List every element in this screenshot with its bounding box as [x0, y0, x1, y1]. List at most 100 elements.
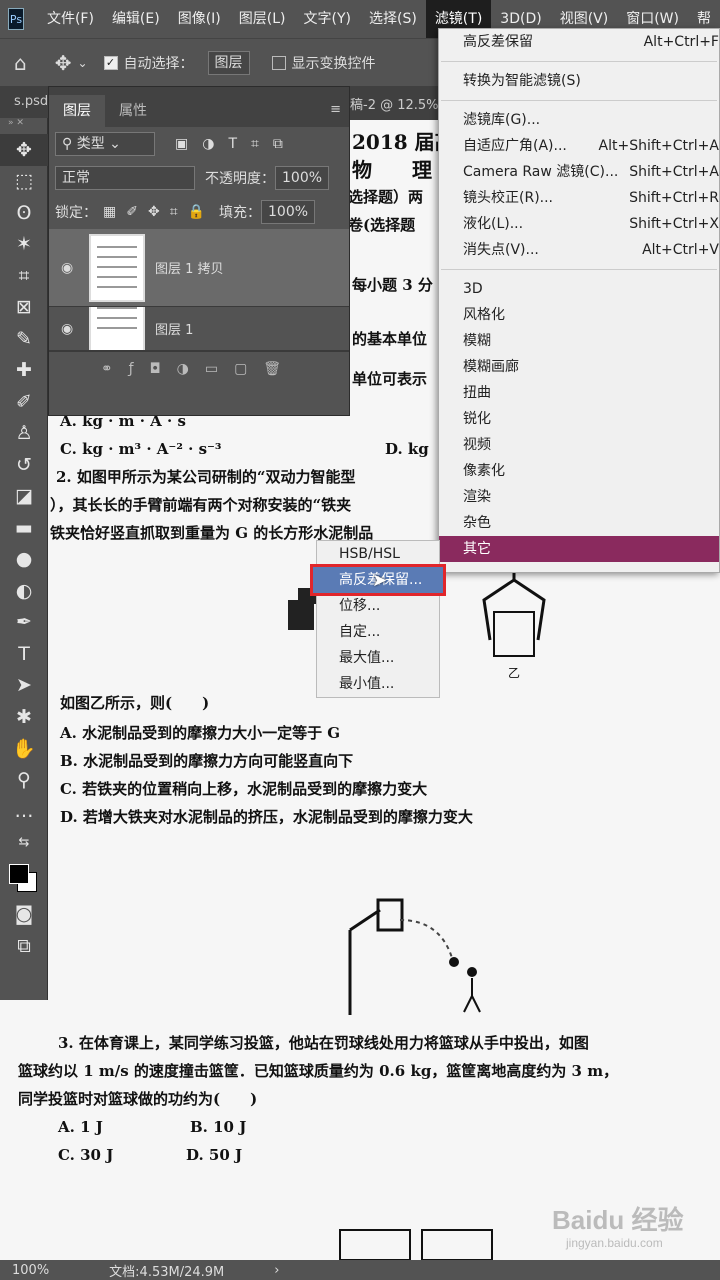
show-transform-checkbox[interactable]: 显示变换控件: [271, 53, 376, 73]
mouse-cursor-icon: ➤: [372, 570, 388, 591]
tab-properties[interactable]: 属性: [105, 95, 161, 127]
auto-select-label: 自动选择：: [123, 55, 194, 72]
doc-option-c: C. 若铁夹的位置稍向上移，水泥制品受到的摩擦力变大: [60, 780, 428, 798]
show-transform-label: 显示变换控件: [291, 55, 376, 72]
dodge-tool-icon[interactable]: ◐: [0, 575, 48, 607]
zoom-level[interactable]: 100%: [12, 1263, 49, 1278]
color-swatches[interactable]: [0, 859, 48, 899]
watermark-brand: Baidu 经验: [552, 1205, 684, 1235]
menu-item-render[interactable]: 渲染: [439, 484, 719, 510]
hand-tool-icon[interactable]: ✋: [0, 733, 48, 765]
brush-tool-icon[interactable]: ✐: [0, 386, 48, 418]
frame-tool-icon[interactable]: ⊠: [0, 292, 48, 324]
menu-item-liquify[interactable]: 液化(L)... Shift+Ctrl+X: [439, 211, 719, 237]
layer-name[interactable]: 图层 1: [155, 319, 193, 338]
eye-icon[interactable]: ◉: [61, 260, 73, 276]
menu-item-camera-raw[interactable]: Camera Raw 滤镜(C)... Shift+Ctrl+A: [439, 159, 719, 185]
document-tab-title[interactable]: 稿-2 @ 12.5%: [350, 94, 439, 113]
watermark-url: jingyan.baidu.com: [566, 1236, 663, 1250]
quick-mask-icon[interactable]: ◙: [0, 899, 48, 931]
gradient-tool-icon[interactable]: ▬: [0, 512, 48, 544]
tab-layers[interactable]: 图层: [49, 95, 105, 127]
history-brush-tool-icon[interactable]: ↺: [0, 449, 48, 481]
doc-text: 每小题 3 分: [352, 276, 433, 294]
filter-kind-value: 类型: [76, 136, 105, 152]
menu-item-adaptive-wide-angle[interactable]: 自适应广角(A)... Alt+Shift+Ctrl+A: [439, 133, 719, 159]
menu-item-pixelate[interactable]: 像素化: [439, 458, 719, 484]
eye-icon[interactable]: ◉: [61, 321, 73, 337]
menu-item-blur-gallery[interactable]: 模糊画廊: [439, 354, 719, 380]
marquee-tool-icon[interactable]: ⬚: [0, 166, 48, 198]
doc-option-d: D. 若增大铁夹对水泥制品的挤压，水泥制品受到的摩擦力变大: [60, 808, 473, 826]
menu-image[interactable]: 图像(I): [169, 0, 230, 38]
blend-mode-value: 正常: [62, 170, 90, 186]
home-icon[interactable]: ⌂: [14, 51, 27, 75]
healing-brush-tool-icon[interactable]: ✚: [0, 355, 48, 387]
panel-menu-icon[interactable]: ≡: [322, 102, 349, 127]
menu-item-video[interactable]: 视频: [439, 432, 719, 458]
chevron-right-icon[interactable]: ›: [274, 1263, 279, 1278]
collapse-icon[interactable]: » ✕: [0, 118, 47, 134]
eraser-tool-icon[interactable]: ◪: [0, 481, 48, 513]
layer-name[interactable]: 图层 1 拷贝: [155, 258, 224, 277]
submenu-item-minimum[interactable]: 最小值...: [317, 671, 439, 697]
layer-row[interactable]: ◉ 图层 1: [49, 307, 349, 351]
submenu-item-hsb-hsl[interactable]: HSB/HSL: [317, 541, 439, 567]
menu-item-stylize[interactable]: 风格化: [439, 302, 719, 328]
blend-mode-dropdown[interactable]: 正常: [55, 166, 195, 190]
swap-colors-icon[interactable]: ⇆: [0, 827, 48, 859]
chevron-down-icon[interactable]: ⌄: [77, 56, 87, 70]
layer-thumbnail: [89, 307, 145, 350]
move-tool-icon[interactable]: ✥: [55, 51, 72, 75]
doc-question: 3. 在体育课上，某同学练习投篮，他站在罚球线处用力将篮球从手中投出，如图: [58, 1034, 589, 1052]
lasso-tool-icon[interactable]: ʘ: [0, 197, 48, 229]
layer-filter-icons[interactable]: ▣◑T⌗⧉: [175, 136, 297, 152]
auto-select-target-dropdown[interactable]: 图层: [207, 50, 250, 75]
blur-tool-icon[interactable]: ●: [0, 544, 48, 576]
document-tab[interactable]: s.psd: [14, 94, 48, 109]
menu-type[interactable]: 文字(Y): [295, 0, 360, 38]
layer-row[interactable]: ◉ 图层 1 拷贝: [49, 229, 349, 307]
doc-option-b: B. 水泥制品受到的摩擦力方向可能竖直向下: [60, 752, 354, 770]
menu-select[interactable]: 选择(S): [360, 0, 426, 38]
menu-item-other[interactable]: 其它: [439, 536, 719, 562]
menu-item-blur[interactable]: 模糊: [439, 328, 719, 354]
menu-edit[interactable]: 编辑(E): [103, 0, 169, 38]
lock-icons[interactable]: ▦✐✥⌗🔒: [103, 204, 215, 220]
menu-item-vanishing-point[interactable]: 消失点(V)... Alt+Ctrl+V: [439, 237, 719, 263]
shape-tool-icon[interactable]: ✱: [0, 701, 48, 733]
fill-input[interactable]: 100%: [261, 200, 316, 224]
auto-select-checkbox[interactable]: ✓ 自动选择：: [103, 53, 194, 73]
magic-wand-tool-icon[interactable]: ✶: [0, 229, 48, 261]
pen-tool-icon[interactable]: ✒: [0, 607, 48, 639]
zoom-tool-icon[interactable]: ⚲: [0, 764, 48, 796]
submenu-item-offset[interactable]: 位移...: [317, 593, 439, 619]
filter-kind-dropdown[interactable]: ⚲ 类型 ⌄: [55, 132, 155, 156]
opacity-input[interactable]: 100%: [275, 166, 330, 190]
opacity-label: 不透明度：: [205, 171, 275, 187]
more-tools-icon[interactable]: …: [0, 796, 48, 828]
doc-question: 篮球约以 1 m/s 的速度撞击篮筐．已知篮球质量约为 0.6 kg，篮筐离地高…: [18, 1062, 619, 1080]
menu-item-3d[interactable]: 3D: [439, 276, 719, 302]
crop-tool-icon[interactable]: ⌗: [0, 260, 48, 292]
menu-item-sharpen[interactable]: 锐化: [439, 406, 719, 432]
path-select-tool-icon[interactable]: ➤: [0, 670, 48, 702]
stamp-tool-icon[interactable]: ♙: [0, 418, 48, 450]
move-tool-icon[interactable]: ✥: [0, 134, 48, 166]
menu-item-noise[interactable]: 杂色: [439, 510, 719, 536]
menu-item-distort[interactable]: 扭曲: [439, 380, 719, 406]
menu-item-convert-smart-filter[interactable]: 转换为智能滤镜(S): [439, 68, 719, 94]
eyedropper-tool-icon[interactable]: ✎: [0, 323, 48, 355]
menu-item-lens-correction[interactable]: 镜头校正(R)... Shift+Ctrl+R: [439, 185, 719, 211]
menu-file[interactable]: 文件(F): [38, 0, 103, 38]
menu-item-last-filter[interactable]: 高反差保留 Alt+Ctrl+F: [439, 29, 719, 55]
submenu-item-custom[interactable]: 自定...: [317, 619, 439, 645]
menu-layer[interactable]: 图层(L): [230, 0, 295, 38]
menu-item-filter-gallery[interactable]: 滤镜库(G)...: [439, 107, 719, 133]
type-tool-icon[interactable]: T: [0, 638, 48, 670]
photoshop-logo-icon: Ps: [8, 8, 24, 30]
submenu-item-maximum[interactable]: 最大值...: [317, 645, 439, 671]
layer-actions-bar[interactable]: ⚭ƒ◘◑▭▢🗑: [49, 351, 349, 385]
screen-mode-icon[interactable]: ⧉: [0, 930, 48, 962]
doc-option-c: C. kg · m³ · A⁻² · s⁻³: [60, 440, 222, 458]
